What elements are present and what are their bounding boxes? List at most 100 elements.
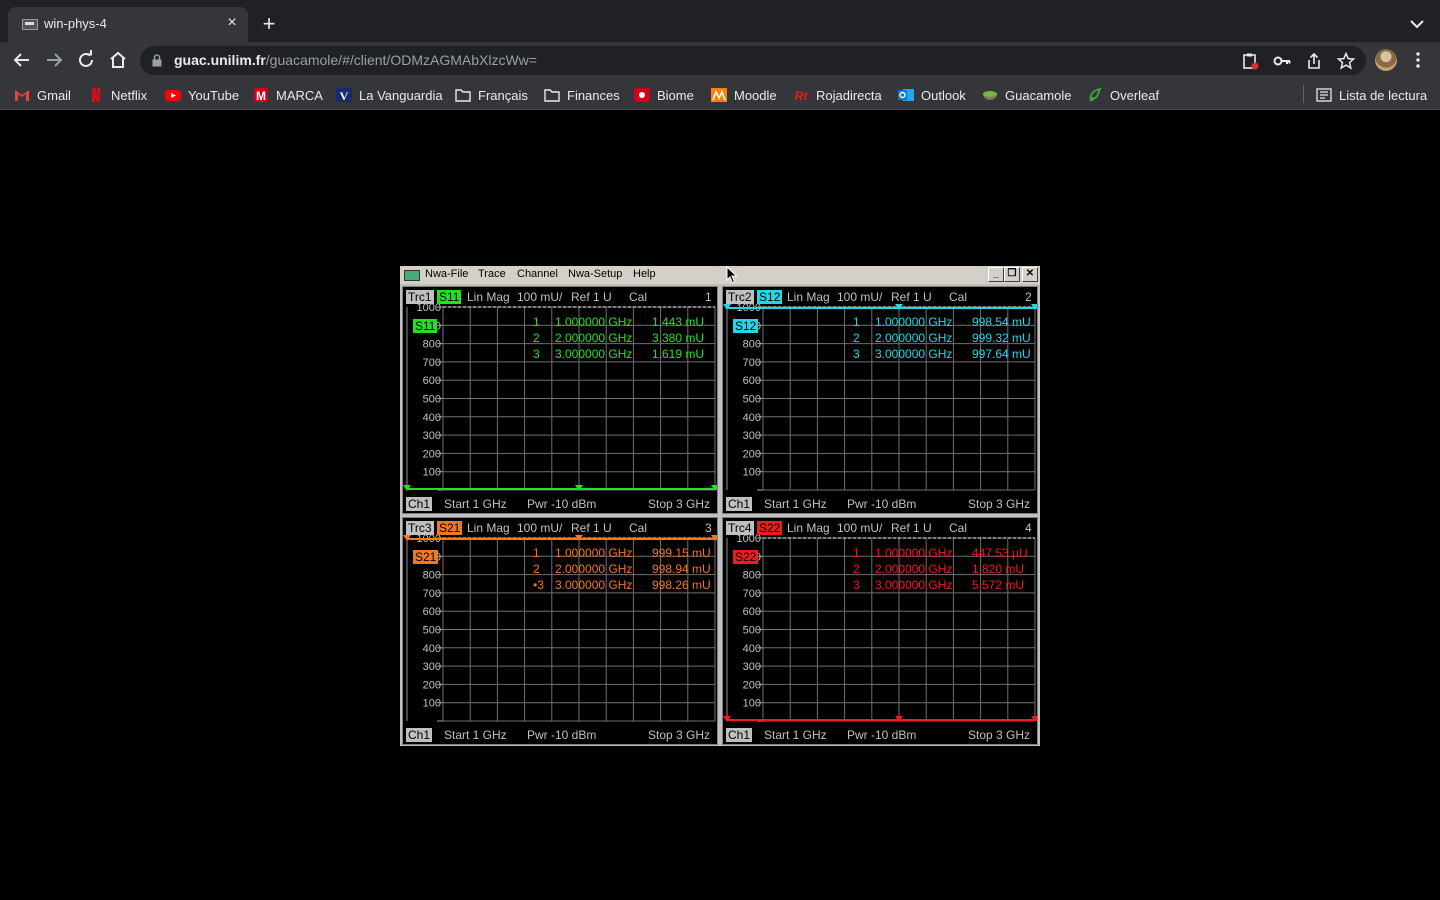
marker-frequency: 3.000000 GHz [875,347,953,361]
clipboard-blocked-icon[interactable] [1240,51,1260,71]
trace-header[interactable]: Trc4 S22 Lin Mag 100 mU/Ref 1 U Cal 4 [723,518,1037,536]
scale-label: 100 mU/ [517,290,563,304]
trace-pane-2[interactable]: 1000900800700600500400300200100Trc2S12Li… [722,286,1038,514]
profile-avatar[interactable] [1375,49,1397,71]
trace-pane-4[interactable]: 1000900800700600500400300200100Trc4S22Li… [722,517,1038,745]
y-tick-label: 500 [423,625,441,637]
kebab-menu-icon[interactable] [1408,50,1428,70]
back-arrow-icon[interactable] [9,47,35,73]
marker-frequency: 2.000000 GHz [875,331,953,345]
bookmark-youtube[interactable]: YouTube [165,86,239,104]
trace-number-badge: Trc2 [726,290,754,304]
bookmark-folder-finances[interactable]: Finances [544,86,620,104]
close-button[interactable]: ✕ [1022,267,1038,282]
bookmark-label: Rojadirecta [816,87,882,103]
trace-index: 4 [1025,521,1032,535]
biome-icon [634,88,650,102]
menu-nwa-file[interactable]: Nwa-File [425,268,468,280]
trace-header[interactable]: Trc2 S12 Lin Mag 100 mU/Ref 1 U Cal 2 [723,287,1037,305]
bookmark-label: MARCA [276,87,323,103]
y-tick-label: 400 [423,412,441,424]
y-tick-label: 800 [743,570,761,582]
lock-icon[interactable] [152,54,162,67]
reading-list[interactable]: Lista de lectura [1316,86,1427,104]
key-icon[interactable] [1272,51,1292,71]
y-tick-label: 500 [743,625,761,637]
bookmark-outlook[interactable]: Outlook [898,86,966,104]
trace-index: 3 [705,521,712,535]
y-tick-label: 400 [423,643,441,655]
channel-badge: Ch1 [726,728,753,742]
trace-number-badge: Trc4 [726,521,754,535]
menu-nwa-setup[interactable]: Nwa-Setup [568,268,622,280]
y-tick-label: 300 [423,430,441,442]
app-system-icon[interactable] [404,270,420,281]
bookmark-folder-francais[interactable]: Français [455,86,528,104]
menu-help[interactable]: Help [633,268,656,280]
bookmark-star-icon[interactable] [1336,51,1356,71]
trace-sparameter-label: S11 [413,319,438,333]
browser-toolbar: guac.unilim.fr/guacamole/#/client/ODMzAG… [0,42,1440,78]
trace-header[interactable]: Trc1 S11 Lin Mag 100 mU/Ref 1 U Cal 1 [403,287,717,305]
folder-icon [455,89,471,102]
remote-desktop-icon [22,19,38,30]
forward-arrow-icon[interactable] [41,47,67,73]
tab-title: win-phys-4 [44,16,107,31]
power-level: Pwr -10 dBm [527,497,597,511]
bookmark-guacamole[interactable]: Guacamole [982,86,1071,104]
stop-frequency: Stop 3 GHz [648,728,711,742]
url-host: guac.unilim.fr [174,52,266,68]
bookmark-rojadirecta[interactable]: Rt Rojadirecta [793,86,882,104]
sparameter-badge: S12 [757,290,783,304]
bookmark-moodle[interactable]: Moodle [711,86,777,104]
trace-pane-3[interactable]: 1000900800700600500400300200100Trc3S21Li… [402,517,718,745]
browser-tab[interactable]: win-phys-4 × [8,7,248,42]
bookmark-overleaf[interactable]: Overleaf [1087,86,1159,104]
y-tick-label: 100 [423,467,441,479]
start-frequency: Start 1 GHz [444,728,507,742]
marker-number: 1 [853,546,860,560]
marker-frequency: 3.000000 GHz [555,578,633,592]
trace-header[interactable]: Trc3 S21 Lin Mag 100 mU/Ref 1 U Cal 3 [403,518,717,536]
marker-value: 998.26 mU [652,578,711,592]
new-tab-button[interactable]: + [258,13,280,35]
marker-value: 999.32 mU [972,331,1031,345]
ref-label: Ref 1 U [891,521,932,535]
menu-trace[interactable]: Trace [478,268,506,280]
app-menu-bar: Nwa-File Trace Channel Nwa-Setup Help _ … [400,266,1040,284]
marker-number: 2 [853,562,860,576]
trace-pane-1[interactable]: 1000900800700600500400300200100Trc1S11Li… [402,286,718,514]
start-frequency: Start 1 GHz [764,728,827,742]
menu-channel[interactable]: Channel [517,268,558,280]
bookmark-label: Finances [567,87,620,103]
minimize-button[interactable]: _ [988,267,1004,282]
y-tick-label: 600 [423,375,441,387]
restore-button[interactable]: ❐ [1004,267,1020,282]
bookmark-label: La Vanguardia [359,87,443,103]
marker-value: 1.443 mU [652,315,705,329]
bookmark-marca[interactable]: M MARCA [253,86,323,104]
marker-value: 998.94 mU [652,562,711,576]
trace-index: 2 [1025,290,1032,304]
bookmark-gmail[interactable]: Gmail [14,86,71,104]
bookmark-biome[interactable]: Biome [634,86,694,104]
svg-text:V: V [340,89,349,102]
bookmark-la-vanguardia[interactable]: V La Vanguardia [336,86,443,104]
y-tick-label: 200 [423,679,441,691]
tab-close-icon[interactable]: × [222,13,242,33]
url-text[interactable]: guac.unilim.fr/guacamole/#/client/ODMzAG… [174,52,537,68]
y-tick-label: 100 [743,467,761,479]
address-bar[interactable]: guac.unilim.fr/guacamole/#/client/ODMzAG… [140,46,1366,75]
outlook-icon [898,89,914,101]
bookmark-netflix[interactable]: Netflix [88,86,147,104]
ref-label: Ref 1 U [571,290,612,304]
vna-application-window: Nwa-File Trace Channel Nwa-Setup Help _ … [400,266,1040,746]
home-icon[interactable] [105,47,131,73]
tab-search-chevron-icon[interactable] [1406,14,1428,34]
format-label: Lin Mag [787,290,830,304]
cal-label: Cal [629,521,648,535]
stop-frequency: Stop 3 GHz [648,497,711,511]
reload-icon[interactable] [73,47,99,73]
share-icon[interactable] [1304,51,1324,71]
marker-value: 1.820 mU [972,562,1025,576]
